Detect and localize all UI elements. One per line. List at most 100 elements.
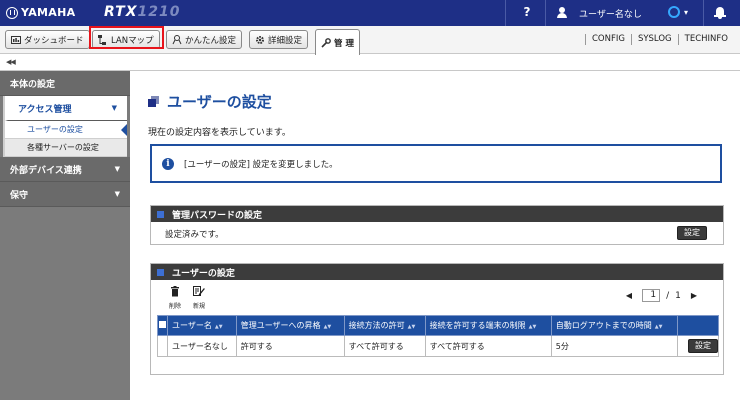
help-button[interactable]: ?: [520, 5, 534, 19]
sort-icon: ▲▼: [407, 324, 416, 330]
model-number: 1210: [137, 4, 181, 20]
table-cell: すべて許可する: [343, 335, 426, 357]
new-edit-icon: [189, 286, 209, 301]
page-description: 現在の設定内容を表示しています。: [148, 128, 291, 138]
page-total: 1: [675, 290, 681, 301]
sidebar-item-label: 本体の設定: [10, 79, 56, 90]
table-cell: ユーザー名なし: [167, 335, 237, 357]
users-table: ユーザー名 ▲▼ 管理ユーザーへの昇格 ▲▼ 接続方法の許可 ▲▼ 接続を許可する端末…: [157, 315, 719, 357]
section-title: 管理パスワードの設定: [172, 210, 263, 221]
sort-icon: ▲▼: [214, 324, 223, 330]
user-section: ユーザーの設定 削除 新規 ◀ 1 / 1 ▶ ユーザー名 ▲▼ 管理ユーザーへ…: [150, 263, 724, 375]
section-marker-icon: [157, 210, 164, 218]
sort-icon: ▲▼: [323, 324, 332, 330]
table-row[interactable]: ユーザー名なし 許可する すべて許可する すべて許可する 5分 設定: [157, 335, 719, 357]
tab-label: 管 理: [334, 38, 354, 49]
config-link[interactable]: CONFIG: [586, 34, 631, 45]
column-header[interactable]: 管理ユーザーへの昇格 ▲▼: [235, 315, 345, 336]
page-title-icon: [148, 96, 159, 107]
brand-text: YAMAHA: [21, 6, 76, 19]
page-title: ユーザーの設定: [148, 91, 272, 112]
info-icon: i: [162, 157, 174, 170]
status-ring-icon[interactable]: [668, 6, 680, 18]
sidebar-item-access-management[interactable]: アクセス管理 ▼: [5, 96, 127, 121]
trash-icon: [165, 286, 185, 301]
column-header[interactable]: ユーザー名 ▲▼: [167, 315, 237, 336]
action-column-header: [677, 315, 719, 336]
user-icon: [557, 7, 567, 19]
sidebar-item-label: 保守: [10, 190, 29, 201]
sidebar: 本体の設定 アクセス管理 ▼ ユーザーの設定 各種サーバーの設定 外部デバイス連…: [0, 71, 130, 400]
tab-easy-setup[interactable]: かんたん設定: [166, 30, 243, 49]
sidebar-group-access: アクセス管理 ▼ ユーザーの設定 各種サーバーの設定: [3, 96, 127, 157]
page-separator: /: [666, 290, 670, 301]
prev-page-icon[interactable]: ◀: [626, 291, 632, 300]
column-header[interactable]: 自動ログアウトまでの時間 ▲▼: [550, 315, 679, 336]
gear-icon: [255, 35, 265, 45]
select-all-checkbox[interactable]: [157, 315, 168, 336]
delete-label: 削除: [168, 303, 181, 310]
syslog-link[interactable]: SYSLOG: [632, 34, 678, 45]
row-action-cell: 設定: [677, 335, 719, 357]
table-header-row: ユーザー名 ▲▼ 管理ユーザーへの昇格 ▲▼ 接続方法の許可 ▲▼ 接続を許可する端末…: [157, 315, 719, 336]
collapse-sidebar-icon[interactable]: ◀◀: [6, 58, 16, 66]
utility-links: CONFIG SYSLOG TECHINFO: [584, 34, 734, 45]
sort-icon: ▲▼: [528, 324, 537, 330]
chevron-down-icon[interactable]: ▾: [684, 8, 688, 17]
tab-label: ダッシュボード: [24, 35, 84, 46]
sidebar-item-device-settings[interactable]: 本体の設定: [0, 71, 130, 96]
sidebar-item-maintenance[interactable]: 保守 ▼: [0, 182, 130, 207]
sidebar-item-external-devices[interactable]: 外部デバイス連携 ▼: [0, 157, 130, 182]
user-settings-button[interactable]: 設定: [688, 339, 718, 353]
user-name-label[interactable]: ユーザー名なし: [579, 7, 642, 20]
easy-setup-icon: [172, 34, 182, 45]
model-prefix: RTX: [104, 4, 138, 20]
new-button[interactable]: 新規: [189, 286, 209, 310]
next-page-icon[interactable]: ▶: [691, 291, 697, 300]
sidebar-item-label: 外部デバイス連携: [10, 165, 82, 176]
column-header[interactable]: 接続方法の許可 ▲▼: [343, 315, 426, 336]
section-marker-icon: [157, 268, 164, 276]
brand-logo[interactable]: YAMAHA: [6, 6, 75, 19]
password-section: 管理パスワードの設定 設定済みです。 設定: [150, 205, 724, 245]
lan-map-highlight-box: [89, 26, 164, 49]
section-header: ユーザーの設定: [151, 264, 723, 280]
techinfo-link[interactable]: TECHINFO: [679, 34, 734, 45]
sidebar-item-user-settings[interactable]: ユーザーの設定: [5, 121, 127, 139]
table-cell: 許可する: [235, 335, 345, 357]
password-status: 設定済みです。: [165, 229, 224, 240]
row-checkbox-cell[interactable]: [157, 335, 168, 357]
password-status-row: 設定済みです。 設定: [151, 222, 723, 245]
delete-button[interactable]: 削除: [165, 286, 185, 310]
caret-down-icon: ▼: [111, 104, 117, 112]
tab-dashboard[interactable]: ダッシュボード: [5, 30, 90, 49]
header-divider: [505, 0, 506, 26]
bell-icon[interactable]: [714, 6, 726, 20]
header-divider: [703, 0, 704, 26]
section-title: ユーザーの設定: [172, 268, 235, 279]
top-header-bar: YAMAHA RTX1210 ? ユーザー名なし ▾: [0, 0, 740, 26]
table-toolbar: 削除 新規: [165, 286, 213, 310]
tab-management[interactable]: 管 理: [315, 29, 360, 55]
sidebar-item-label: 各種サーバーの設定: [27, 143, 99, 152]
page-number-input[interactable]: 1: [642, 289, 661, 302]
caret-down-icon: ▼: [114, 165, 120, 173]
sidebar-item-label: アクセス管理: [18, 104, 72, 115]
caret-down-icon: ▼: [114, 190, 120, 198]
notice-text: [ユーザーの設定] 設定を変更しました。: [184, 159, 338, 170]
sort-icon: ▲▼: [654, 324, 663, 330]
main-content: ユーザーの設定 現在の設定内容を表示しています。 i [ユーザーの設定] 設定を…: [130, 71, 740, 400]
sidebar-item-server-settings[interactable]: 各種サーバーの設定: [5, 139, 127, 157]
notice-box: i [ユーザーの設定] 設定を変更しました。: [150, 144, 722, 183]
model-name: RTX1210: [104, 4, 180, 20]
new-label: 新規: [192, 303, 205, 310]
tab-label: かんたん設定: [185, 35, 237, 46]
wrench-icon: [321, 37, 331, 48]
header-divider: [545, 0, 546, 26]
password-settings-button[interactable]: 設定: [677, 226, 707, 240]
column-header[interactable]: 接続を許可する端末の制限 ▲▼: [424, 315, 552, 336]
tab-label: 詳細設定: [268, 35, 303, 46]
tab-advanced[interactable]: 詳細設定: [249, 30, 309, 49]
table-cell: すべて許可する: [424, 335, 552, 357]
table-cell: 5分: [550, 335, 679, 357]
